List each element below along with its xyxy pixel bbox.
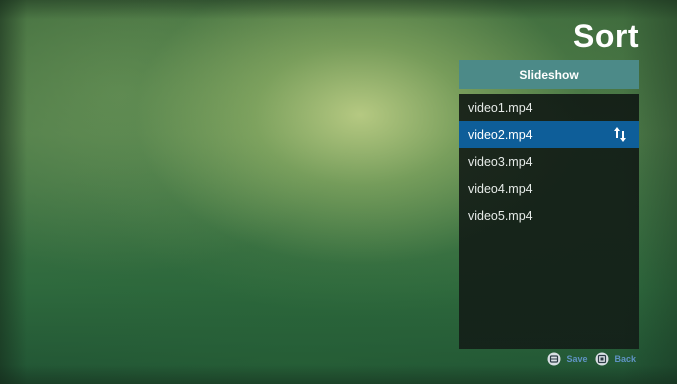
- list-item[interactable]: video1.mp4: [459, 94, 639, 121]
- list-item-label: video5.mp4: [468, 208, 533, 223]
- remote-button-icon: [595, 352, 609, 366]
- playlist-name: Slideshow: [519, 67, 579, 82]
- file-list[interactable]: video1.mp4 video2.mp4 video3.mp4 video4.…: [459, 94, 639, 349]
- footer-hints: Save Back: [547, 352, 639, 366]
- list-item-label: video1.mp4: [468, 100, 533, 115]
- list-item-selected[interactable]: video2.mp4: [459, 121, 639, 148]
- remote-button-icon: [547, 352, 561, 366]
- list-item-label: video3.mp4: [468, 154, 533, 169]
- list-item-label: video2.mp4: [468, 127, 533, 142]
- reorder-arrows-icon[interactable]: [613, 126, 627, 143]
- list-item[interactable]: video4.mp4: [459, 175, 639, 202]
- playlist-header: Slideshow: [459, 60, 639, 89]
- list-item-label: video4.mp4: [468, 181, 533, 196]
- list-item[interactable]: video5.mp4: [459, 202, 639, 229]
- page-title: Sort: [573, 18, 639, 54]
- save-hint-label[interactable]: Save: [566, 354, 587, 364]
- list-item[interactable]: video3.mp4: [459, 148, 639, 175]
- back-hint-label[interactable]: Back: [614, 354, 636, 364]
- screen-background: Sort Slideshow video1.mp4 video2.mp4 vid…: [0, 0, 677, 384]
